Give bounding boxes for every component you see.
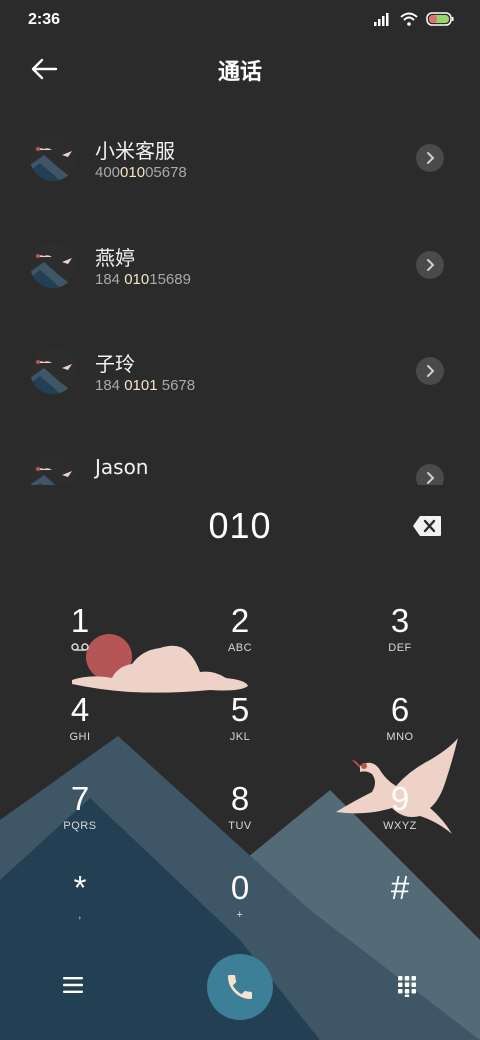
contact-row[interactable]: 燕婷 184 01015689	[0, 212, 480, 318]
key-6[interactable]: 6 MNO	[320, 679, 480, 768]
key-2[interactable]: 2 ABC	[160, 590, 320, 679]
number-match: 0101	[124, 377, 158, 394]
contact-row[interactable]: Jason	[0, 425, 480, 485]
dialed-number: 010	[208, 505, 272, 546]
key-hash[interactable]: #	[320, 857, 480, 946]
backspace-icon[interactable]	[412, 515, 442, 537]
contact-name: 燕婷	[95, 246, 135, 270]
contact-row[interactable]: 子玲 184 0101 5678	[0, 318, 480, 424]
battery-icon	[426, 12, 454, 26]
key-star[interactable]: * ,	[0, 857, 160, 946]
avatar	[30, 455, 76, 485]
contact-number: 184 01015689	[95, 271, 191, 288]
avatar	[30, 242, 76, 288]
contact-detail-button[interactable]	[416, 144, 444, 172]
keypad-icon[interactable]	[397, 975, 417, 997]
avatar	[30, 348, 76, 394]
number-match: 010	[120, 164, 146, 181]
key-5[interactable]: 5 JKL	[160, 679, 320, 768]
key-8[interactable]: 8 TUV	[160, 768, 320, 857]
contact-number: 40001005678	[95, 164, 187, 181]
status-time: 2:36	[28, 11, 61, 28]
chevron-right-icon	[427, 365, 435, 377]
key-1[interactable]: 1	[0, 590, 160, 679]
phone-icon	[228, 975, 252, 999]
chevron-right-icon	[427, 472, 435, 484]
avatar	[30, 135, 76, 181]
signal-icon	[374, 13, 389, 26]
key-4[interactable]: 4 GHI	[0, 679, 160, 768]
contact-detail-button[interactable]	[416, 357, 444, 385]
contact-name: 小米客服	[95, 139, 175, 163]
contact-name: Jason	[95, 455, 149, 479]
header: 通话	[0, 50, 480, 90]
key-0[interactable]: 0 +	[160, 857, 320, 946]
chevron-right-icon	[427, 152, 435, 164]
contact-name: 子玲	[95, 352, 135, 376]
key-9[interactable]: 9 WXYZ	[320, 768, 480, 857]
contact-list: 小米客服 40001005678 燕婷 184 01015689 子玲 184 …	[0, 105, 480, 485]
page-title: 通话	[217, 60, 262, 85]
key-3[interactable]: 3 DEF	[320, 590, 480, 679]
chevron-right-icon	[427, 259, 435, 271]
call-button[interactable]	[207, 954, 273, 1020]
status-bar: 2:36	[0, 0, 480, 40]
contact-detail-button[interactable]	[416, 251, 444, 279]
contact-number: 184 0101 5678	[95, 377, 196, 394]
contact-detail-button[interactable]	[416, 464, 444, 485]
contact-row[interactable]: 小米客服 40001005678	[0, 105, 480, 211]
voicemail-icon	[71, 643, 89, 651]
key-7[interactable]: 7 PQRS	[0, 768, 160, 857]
menu-icon[interactable]	[63, 976, 83, 994]
number-match: 010	[124, 271, 150, 288]
wifi-icon	[400, 12, 418, 26]
